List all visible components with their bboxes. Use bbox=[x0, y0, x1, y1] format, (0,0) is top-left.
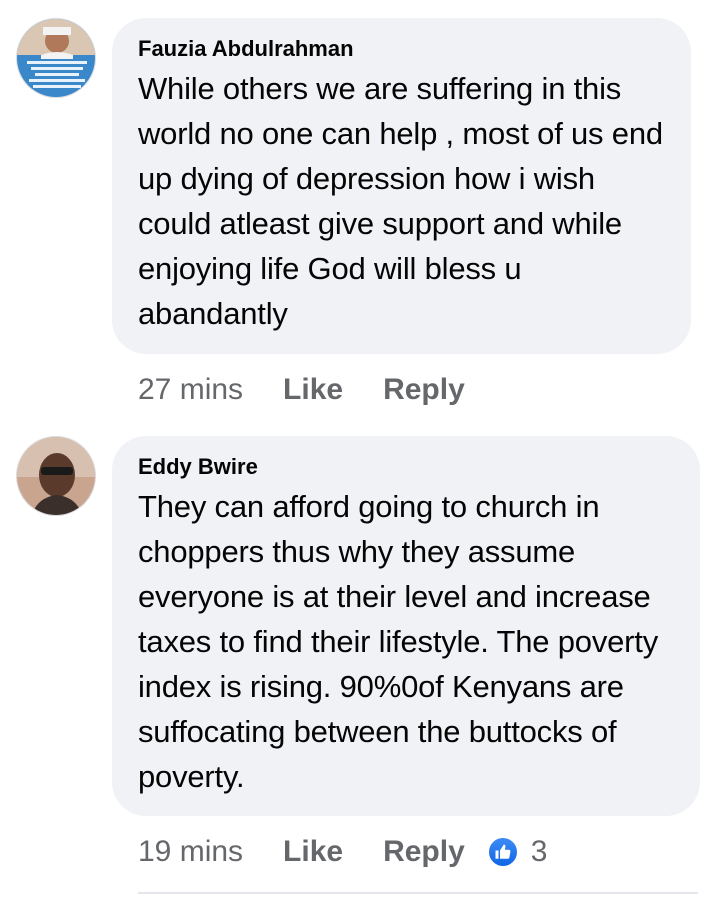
like-thumb-icon bbox=[486, 836, 519, 868]
comment-text: While others we are suffering in this wo… bbox=[138, 71, 663, 331]
avatar-image bbox=[17, 19, 95, 97]
comment-text: They can afford going to church in chopp… bbox=[138, 489, 659, 794]
comment-bubble: Eddy Bwire They can afford going to chur… bbox=[112, 436, 700, 816]
comment-actions: 19 mins Like Reply 3 bbox=[138, 830, 547, 874]
comment-bubble: Fauzia Abdulrahman While others we are s… bbox=[112, 18, 691, 354]
comment-author[interactable]: Fauzia Abdulrahman bbox=[138, 36, 665, 62]
comment-actions: 27 mins Like Reply bbox=[138, 368, 505, 412]
reaction-summary[interactable]: 3 bbox=[486, 835, 548, 869]
divider bbox=[138, 892, 698, 894]
reaction-count: 3 bbox=[530, 835, 548, 868]
like-button[interactable]: Like bbox=[283, 835, 343, 869]
reply-button[interactable]: Reply bbox=[383, 835, 465, 869]
avatar[interactable] bbox=[16, 18, 96, 98]
avatar[interactable] bbox=[16, 436, 96, 516]
comment-timestamp[interactable]: 19 mins bbox=[138, 835, 243, 869]
avatar-image bbox=[17, 437, 95, 515]
like-button[interactable]: Like bbox=[283, 373, 343, 407]
reply-button[interactable]: Reply bbox=[383, 373, 465, 407]
comment-timestamp[interactable]: 27 mins bbox=[138, 373, 243, 407]
comment-author[interactable]: Eddy Bwire bbox=[138, 454, 674, 480]
